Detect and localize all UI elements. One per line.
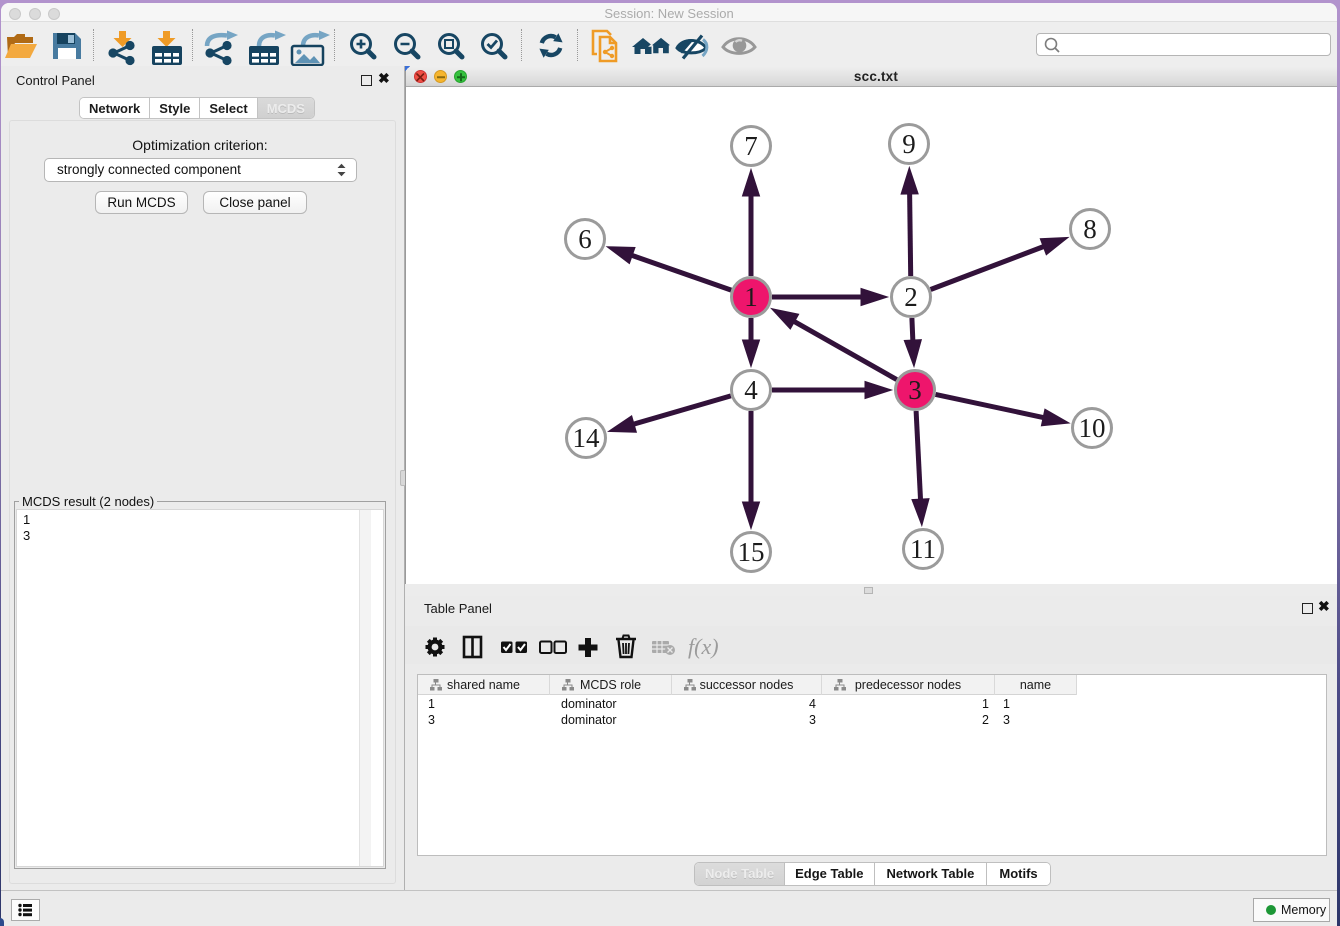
svg-text:9: 9 bbox=[902, 129, 916, 159]
svg-text:f(x): f(x) bbox=[688, 634, 719, 659]
svg-text:2: 2 bbox=[904, 282, 918, 312]
svg-text:7: 7 bbox=[744, 131, 758, 161]
svg-text:4: 4 bbox=[744, 375, 758, 405]
svg-text:1: 1 bbox=[744, 282, 758, 312]
svg-text:3: 3 bbox=[908, 375, 922, 405]
svg-text:6: 6 bbox=[578, 224, 592, 254]
svg-text:11: 11 bbox=[910, 534, 936, 564]
svg-text:10: 10 bbox=[1079, 413, 1106, 443]
svg-text:15: 15 bbox=[738, 537, 765, 567]
svg-text:8: 8 bbox=[1083, 214, 1097, 244]
svg-text:14: 14 bbox=[573, 423, 601, 453]
